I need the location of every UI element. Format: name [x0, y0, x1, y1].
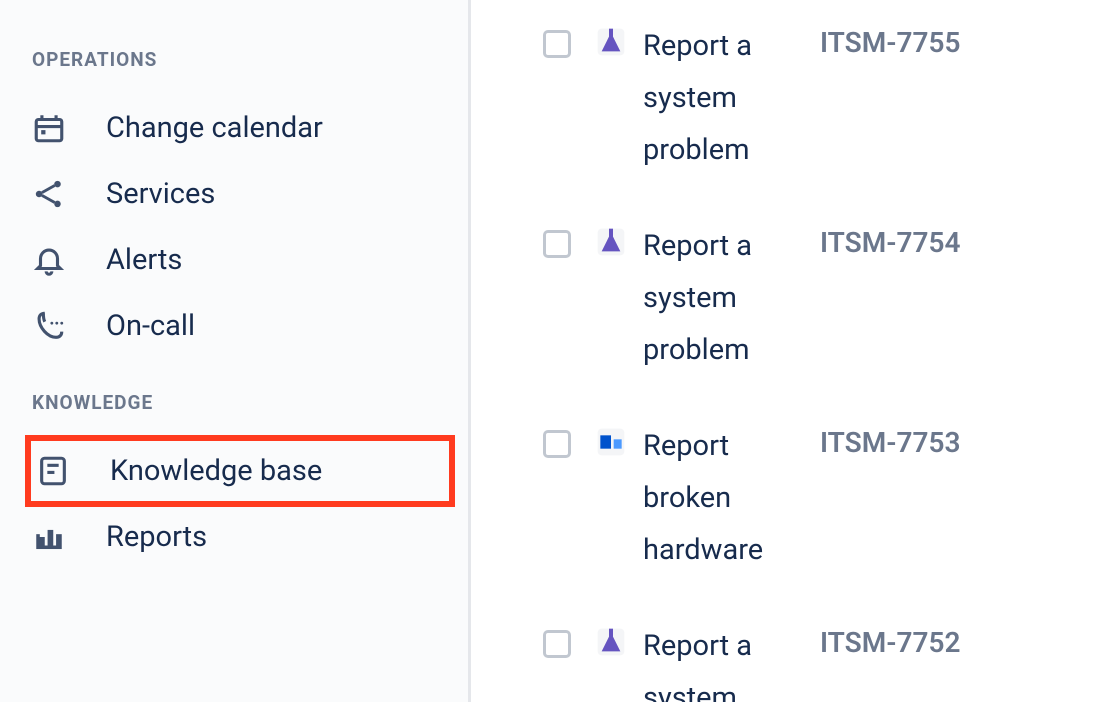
issue-key: ITSM-7754	[820, 226, 961, 259]
bell-icon	[32, 243, 66, 277]
sidebar-item-reports[interactable]: Reports	[32, 504, 452, 570]
services-icon	[32, 177, 66, 211]
issue-checkbox[interactable]	[543, 430, 571, 458]
sidebar-item-label: Knowledge base	[110, 454, 322, 488]
issue-row[interactable]: Report broken hardware ITSM-7753	[543, 416, 1110, 616]
issue-checkbox[interactable]	[543, 630, 571, 658]
bar-chart-icon	[32, 520, 66, 554]
section-heading-knowledge: KNOWLEDGE	[32, 391, 452, 414]
issue-body: Report broken hardware ITSM-7753	[595, 416, 1110, 576]
sidebar-item-label: Services	[106, 177, 215, 211]
sidebar-item-label: Change calendar	[106, 111, 323, 145]
issue-summary-text: Report a system problem	[643, 20, 780, 176]
issue-body: Report a system problem ITSM-7752	[595, 616, 1110, 702]
issue-body: Report a system problem ITSM-7755	[595, 16, 1110, 176]
issue-row[interactable]: Report a system problem ITSM-7754	[543, 216, 1110, 416]
issue-key: ITSM-7752	[820, 626, 961, 659]
issue-body: Report a system problem ITSM-7754	[595, 216, 1110, 376]
issue-summary: Report a system problem	[595, 616, 780, 702]
issue-row[interactable]: problem	[543, 0, 1110, 16]
calendar-icon	[32, 111, 66, 145]
issue-row[interactable]: Report a system problem ITSM-7755	[543, 16, 1110, 216]
issue-row[interactable]: Report a system problem ITSM-7752	[543, 616, 1110, 702]
issue-summary: Report a system problem	[595, 216, 780, 376]
sidebar-item-services[interactable]: Services	[32, 161, 452, 227]
sidebar: OPERATIONS Change calendar Services	[0, 0, 471, 702]
issue-list: problem Report a system problem	[543, 0, 1110, 702]
issue-checkbox[interactable]	[543, 230, 571, 258]
issue-summary: Report a system problem	[595, 16, 780, 176]
issue-key: ITSM-7753	[820, 426, 961, 459]
issue-key: ITSM-7755	[820, 26, 961, 59]
sidebar-item-knowledge-base[interactable]: Knowledge base	[28, 438, 452, 504]
sidebar-item-alerts[interactable]: Alerts	[32, 227, 452, 293]
sidebar-item-label: Reports	[106, 520, 207, 554]
issue-checkbox[interactable]	[543, 30, 571, 58]
sidebar-item-label: On-call	[106, 309, 195, 343]
sidebar-item-change-calendar[interactable]: Change calendar	[32, 95, 452, 161]
issue-summary-text: Report a system problem	[643, 620, 780, 702]
hardware-icon	[595, 426, 627, 458]
system-problem-icon	[595, 226, 627, 258]
sidebar-item-label: Alerts	[106, 243, 182, 277]
main-content: problem Report a system problem	[471, 0, 1110, 702]
issue-summary: Report broken hardware	[595, 416, 780, 576]
book-icon	[36, 454, 70, 488]
sidebar-item-on-call[interactable]: On-call	[32, 293, 452, 359]
issue-summary-text: Report a system problem	[643, 220, 780, 376]
system-problem-icon	[595, 26, 627, 58]
phone-icon	[32, 309, 66, 343]
issue-summary-text: Report broken hardware	[643, 420, 780, 576]
section-heading-operations: OPERATIONS	[32, 48, 452, 71]
system-problem-icon	[595, 626, 627, 658]
